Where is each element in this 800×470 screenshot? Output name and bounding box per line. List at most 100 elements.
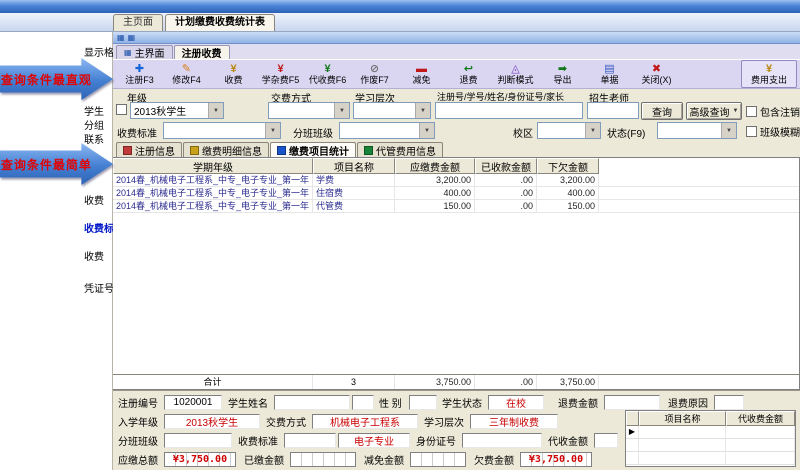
class-label: 分班班级 [118,433,164,448]
chevron-down-icon[interactable]: ▼ [334,103,349,118]
search-key-input[interactable] [435,102,583,119]
search-button[interactable]: 查询 [641,102,683,120]
student-name-extra-field[interactable] [352,395,374,410]
sidebar-item-fee-standard[interactable]: 收费标 [84,220,113,235]
register-button[interactable]: ✚ 注册F3 [116,60,163,88]
agency-amount-field[interactable] [594,433,618,448]
fee-standard-major-field[interactable]: 电子专业 [338,433,410,448]
cell-due: 150.00 [395,200,475,212]
column-header-due[interactable]: 应缴费金额 [395,158,475,174]
charge-button[interactable]: ¥ 收费 [210,60,257,88]
column-header-paid[interactable]: 已收款金额 [475,158,537,174]
refund-button[interactable]: ↩ 退费 [445,60,492,88]
sidebar-item-voucher-no[interactable]: 凭证号 [84,280,113,295]
modify-button[interactable]: ✎ 修改F4 [163,60,210,88]
chevron-down-icon[interactable]: ▼ [585,123,600,138]
receipt-button[interactable]: ▤ 单据 [586,60,633,88]
agency-cell-amount [726,426,795,438]
gender-field[interactable] [409,395,437,410]
tab-planned-fee-stats[interactable]: 计划缴费收费统计表 [165,14,275,31]
agency-column-item[interactable]: 项目名称 [639,411,726,426]
agency-fee-button[interactable]: ¥ 代收费F6 [304,60,351,88]
tab-main-interface[interactable]: ▦ 主界面 [116,45,173,59]
main-tabbar: 主页面 计划缴费收费统计表 [0,13,800,32]
row-marker-icon: ▶ [626,426,639,438]
chevron-down-icon[interactable]: ▼ [721,123,736,138]
chevron-down-icon[interactable]: ▼ [419,123,434,138]
void-button[interactable]: ⊘ 作废F7 [351,60,398,88]
status-combo[interactable]: ▼ [657,122,737,139]
annotation-arrow-1: 查询条件最直观 [0,58,113,100]
agency-column-amount[interactable]: 代收费金额 [726,411,795,426]
tab-agency-fee-info[interactable]: 代管费用信息 [357,142,443,157]
grade-combo[interactable]: 2013秋学生 ▼ [130,102,224,119]
sidebar-item-display-format[interactable]: 显示格 [84,44,113,59]
button-label: 退费 [459,75,477,85]
column-header-term[interactable]: 学期年级 [113,158,313,174]
refund-amount-field[interactable] [604,395,660,410]
study-level-combo[interactable]: ▼ [353,102,431,119]
entry-grade-field[interactable]: 2013秋学生 [164,414,260,429]
fee-standard-field[interactable] [284,433,336,448]
table-row[interactable]: 2014春_机械电子工程系_中专_电子专业_第一年 学费 3,200.00 .0… [113,174,799,187]
window-icon: ▦ [117,34,125,42]
id-number-field[interactable] [462,433,542,448]
tab-payment-detail-info[interactable]: 缴费明细信息 [183,142,269,157]
button-label: 收费 [224,75,242,85]
table-row[interactable]: 2014春_机械电子工程系_中专_电子专业_第一年 代管费 150.00 .00… [113,200,799,213]
include-cancelled-checkbox[interactable]: 包含注销 [746,104,800,119]
chevron-down-icon[interactable]: ▼ [265,123,280,138]
tab-label: 代管费用信息 [376,143,436,158]
expense-button[interactable]: ¥ 费用支出 [741,60,797,88]
student-name-field[interactable] [274,395,350,410]
agency-table-row[interactable]: ▶ [626,426,795,439]
sidebar-item-fee-1[interactable]: 收费 [84,192,113,207]
agency-cell-amount [726,452,795,464]
sidebar-item-student[interactable]: 学生 [84,103,113,118]
chevron-down-icon[interactable]: ▼ [415,103,430,118]
pay-method-label: 交费方式 [266,414,312,429]
refund-reason-field[interactable] [714,395,744,410]
class-combo[interactable]: ▼ [339,122,435,139]
info-tabbar: 注册信息 缴费明细信息 缴费项目统计 代管费用信息 [113,141,800,157]
sidebar-item-fee-2[interactable]: 收费 [84,248,113,263]
chevron-down-icon[interactable]: ▼ [208,103,223,118]
study-level-label: 学习层次 [424,414,470,429]
tab-register-info[interactable]: 注册信息 [116,142,182,157]
agency-cell-item [639,439,726,451]
fee-standard-label: 收费标准 [117,125,157,140]
campus-combo[interactable]: ▼ [537,122,601,139]
fee-standard-combo[interactable]: ▼ [163,122,281,139]
pay-method-field[interactable]: 机械电子工程系 [312,414,418,429]
study-level-field[interactable]: 三年制收费 [470,414,558,429]
waive-button[interactable]: ▬ 减免 [398,60,445,88]
pay-method-combo[interactable]: ▼ [268,102,350,119]
grade-filter-checkbox[interactable] [116,104,127,115]
tab-main-page[interactable]: 主页面 [113,14,163,31]
tab-payment-project-stats[interactable]: 缴费项目统计 [270,142,356,157]
status-label: 状态(F9) [607,125,645,140]
tuition-fee-button[interactable]: ¥ 学杂费F5 [257,60,304,88]
close-button[interactable]: ✖ 关闭(X) [633,60,680,88]
class-field[interactable] [164,433,232,448]
recruiter-input[interactable] [587,102,639,119]
agency-table-row[interactable] [626,452,795,465]
advanced-search-button[interactable]: 高级查询 ▼ [686,102,742,120]
fuzzy-class-checkbox[interactable]: 班级模糊 [746,124,800,139]
detail-row-1: 注册编号 1020001 学生姓名 性 别 学生状态 在校 退费金额 退费原因 [118,394,800,411]
column-header-item[interactable]: 项目名称 [313,158,395,174]
include-cancelled-label: 包含注销 [760,104,800,119]
button-label: 关闭(X) [642,75,672,85]
agency-table-row[interactable] [626,439,795,452]
button-label: 学杂费F5 [262,75,300,85]
judge-mode-button[interactable]: ◬ 判断模式 [492,60,539,88]
reg-no-field[interactable]: 1020001 [164,395,222,410]
export-button[interactable]: ➡ 导出 [539,60,586,88]
table-row[interactable]: 2014春_机械电子工程系_中专_电子专业_第一年 住宿费 400.00 .00… [113,187,799,200]
total-count: 3 [313,375,395,389]
sidebar-item-group[interactable]: 分组 [84,117,113,132]
button-label: 费用支出 [751,75,787,85]
student-status-field[interactable]: 在校 [488,395,544,410]
column-header-owed[interactable]: 下欠金额 [537,158,599,174]
tab-register-fee[interactable]: 注册收费 [174,45,230,59]
